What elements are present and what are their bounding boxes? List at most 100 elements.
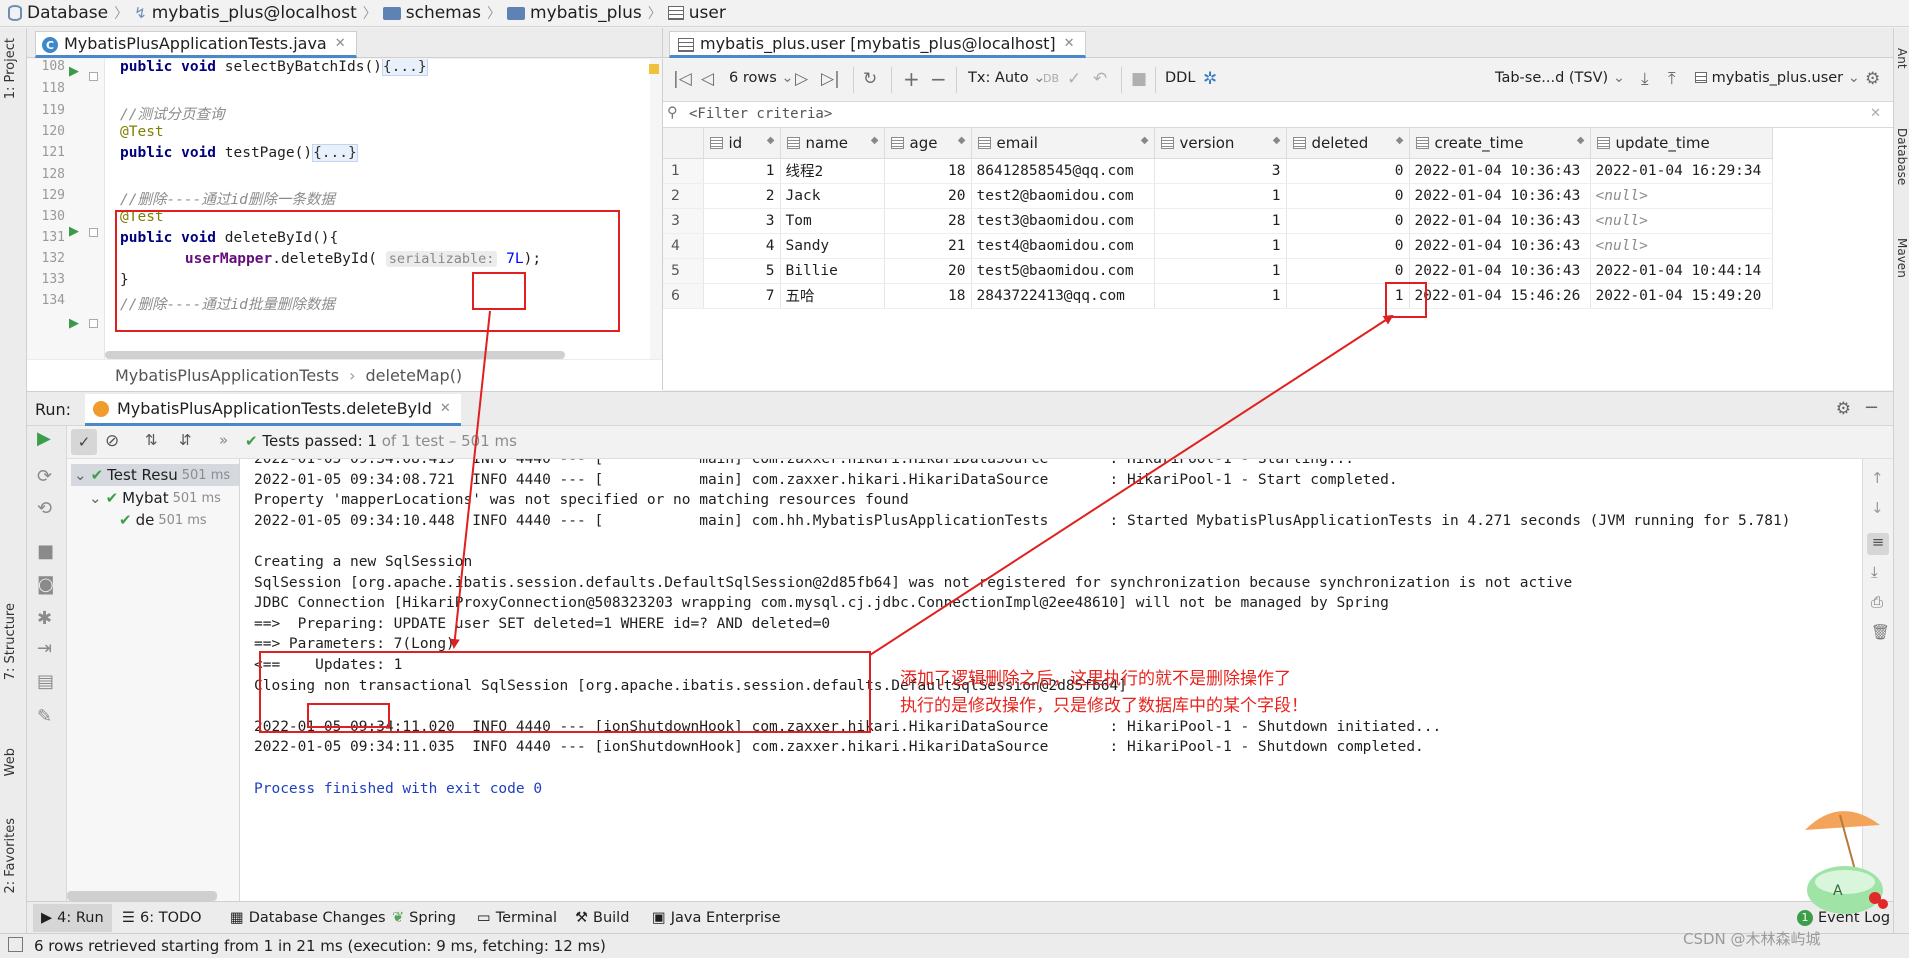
- table-ref-selector[interactable]: mybatis_plus.user ⌄: [1695, 70, 1860, 86]
- cell-deleted[interactable]: 0: [1286, 233, 1410, 259]
- cell-version[interactable]: 1: [1154, 283, 1287, 309]
- cell-deleted[interactable]: 0: [1286, 258, 1410, 284]
- expand-icon[interactable]: »: [219, 431, 228, 449]
- filter-input[interactable]: <Filter criteria>: [689, 106, 832, 122]
- settings-gear-icon[interactable]: ✱: [37, 608, 52, 629]
- run-tab[interactable]: MybatisPlusApplicationTests.deleteById ✕: [85, 394, 461, 426]
- rollback-icon[interactable]: ↶: [1093, 69, 1107, 89]
- upload-icon[interactable]: ⤒: [1668, 69, 1676, 89]
- breadcrumb-database[interactable]: Database: [8, 3, 108, 23]
- close-icon[interactable]: ✕: [440, 401, 451, 416]
- cell-name[interactable]: Tom: [780, 208, 885, 234]
- cell-update-time[interactable]: 2022-01-04 10:44:14: [1590, 258, 1773, 284]
- db-icon[interactable]: DB: [1043, 69, 1059, 89]
- show-ignored-icon[interactable]: ⊘: [105, 431, 119, 451]
- sort-icon[interactable]: ◆: [767, 135, 775, 146]
- code-token[interactable]: {...}: [312, 144, 358, 162]
- table-row[interactable]: 2 2 Jack 20 test2@baomidou.com 1 0 2022-01-04 1…: [663, 183, 1773, 209]
- close-icon[interactable]: ✕: [335, 36, 346, 51]
- stop-icon[interactable]: ■: [1131, 69, 1147, 89]
- sort-icon[interactable]: ◆: [1141, 135, 1149, 146]
- cell-update-time[interactable]: 2022-01-04 16:29:34: [1590, 158, 1773, 184]
- trash-icon[interactable]: 🗑: [1871, 623, 1890, 641]
- row-number[interactable]: 5: [663, 258, 704, 284]
- tool-tab-ant[interactable]: Ant: [1895, 48, 1909, 69]
- cell-id[interactable]: 1: [703, 158, 781, 184]
- breadcrumb-schemas[interactable]: schemas: [382, 3, 481, 23]
- cell-id[interactable]: 3: [703, 208, 781, 234]
- settings-icon[interactable]: ⚙: [1865, 69, 1880, 89]
- cell-update-time[interactable]: <null>: [1590, 183, 1773, 209]
- snapshot-icon[interactable]: ◙: [37, 574, 54, 595]
- cell-version[interactable]: 3: [1154, 158, 1287, 184]
- cell-age[interactable]: 20: [884, 183, 972, 209]
- cell-create-time[interactable]: 2022-01-04 10:36:43: [1409, 233, 1591, 259]
- cell-create-time[interactable]: 2022-01-04 10:36:43: [1409, 208, 1591, 234]
- results-grid[interactable]: id ◆ name ◆ age ◆ email ◆ version ◆ deleted ◆ …: [662, 128, 1893, 390]
- cell-name[interactable]: Sandy: [780, 233, 885, 259]
- row-number[interactable]: 1: [663, 158, 704, 184]
- test-tree-method[interactable]: ✔ de 501 ms: [119, 511, 207, 529]
- editor-scrollbar[interactable]: [649, 59, 662, 359]
- table-row[interactable]: 4 4 Sandy 21 test4@baomidou.com 1 0 2022-01-04 …: [663, 233, 1773, 259]
- first-page-icon[interactable]: |◁: [673, 69, 692, 89]
- column-header-update-time[interactable]: update_time: [1590, 128, 1773, 159]
- row-number[interactable]: 3: [663, 208, 704, 234]
- bottom-tab-run[interactable]: ▶ 4: Run: [33, 904, 112, 932]
- exit-icon[interactable]: ⇥: [37, 638, 52, 659]
- filter-bar[interactable]: ⚲ <Filter criteria> ✕: [662, 102, 1893, 128]
- cell-email[interactable]: test4@baomidou.com: [971, 233, 1155, 259]
- fold-icon[interactable]: [89, 72, 98, 81]
- cell-age[interactable]: 18: [884, 283, 972, 309]
- scroll-to-end-icon[interactable]: ⤓: [1871, 563, 1878, 581]
- cell-id[interactable]: 5: [703, 258, 781, 284]
- rerun-failed-icon[interactable]: ⟳: [37, 466, 52, 487]
- bottom-tab-spring[interactable]: ❦ Spring: [392, 910, 456, 926]
- cell-email[interactable]: 2843722413@qq.com: [971, 283, 1155, 309]
- column-header-name[interactable]: name ◆: [780, 128, 885, 159]
- table-row[interactable]: 5 5 Billie 20 test5@baomidou.com 1 0 2022-01-04…: [663, 258, 1773, 284]
- cell-deleted[interactable]: 0: [1286, 183, 1410, 209]
- cell-create-time[interactable]: 2022-01-04 15:46:26: [1409, 283, 1591, 309]
- cell-id[interactable]: 2: [703, 183, 781, 209]
- ddl-button[interactable]: DDL: [1165, 70, 1195, 86]
- cell-email[interactable]: test3@baomidou.com: [971, 208, 1155, 234]
- cell-version[interactable]: 1: [1154, 233, 1287, 259]
- table-row[interactable]: 6 7 五哈 18 2843722413@qq.com 1 1 2022-01-04 15:4…: [663, 283, 1773, 309]
- table-row[interactable]: 1 1 线程2 18 86412858545@qq.com 3 0 2022-01-04 10…: [663, 158, 1773, 184]
- bottom-tab-database-changes[interactable]: ▦ Database Changes: [230, 910, 386, 926]
- breadcrumb-table[interactable]: user: [667, 3, 726, 23]
- cell-age[interactable]: 28: [884, 208, 972, 234]
- row-number[interactable]: 2: [663, 183, 704, 209]
- tool-tab-web[interactable]: Web: [3, 748, 18, 776]
- code-token[interactable]: {...}: [381, 59, 428, 76]
- sort-icon[interactable]: ◆: [1577, 135, 1585, 146]
- cell-create-time[interactable]: 2022-01-04 10:36:43: [1409, 158, 1591, 184]
- column-header-age[interactable]: age ◆: [884, 128, 972, 159]
- bottom-tab-build[interactable]: ⚒ Build: [575, 910, 629, 926]
- cell-name[interactable]: Jack: [780, 183, 885, 209]
- editor-crumb-method[interactable]: deleteMap(): [366, 366, 463, 385]
- download-icon[interactable]: ⤓: [1641, 69, 1649, 89]
- soft-wrap-icon[interactable]: ≡: [1867, 533, 1889, 555]
- layout-icon[interactable]: ▤: [37, 671, 54, 692]
- editor-crumb-class[interactable]: MybatisPlusApplicationTests: [115, 366, 339, 385]
- fold-icon[interactable]: [89, 228, 98, 237]
- column-header-email[interactable]: email ◆: [971, 128, 1155, 159]
- tool-tab-project[interactable]: 1: Project: [3, 38, 18, 99]
- row-number[interactable]: 6: [663, 283, 704, 309]
- bottom-tab-terminal[interactable]: ▭ Terminal: [477, 910, 557, 926]
- column-header-version[interactable]: version ◆: [1154, 128, 1287, 159]
- cell-update-time[interactable]: <null>: [1590, 233, 1773, 259]
- cell-email[interactable]: test2@baomidou.com: [971, 183, 1155, 209]
- fold-icon[interactable]: [89, 319, 98, 328]
- delete-row-icon[interactable]: −: [930, 69, 947, 89]
- editor-horizontal-scrollbar[interactable]: [105, 351, 565, 359]
- tool-tab-structure[interactable]: 7: Structure: [3, 603, 18, 680]
- stop-icon[interactable]: ■: [37, 541, 54, 562]
- tool-tab-favorites[interactable]: 2: Favorites: [3, 818, 18, 894]
- cell-age[interactable]: 18: [884, 158, 972, 184]
- scroll-up-icon[interactable]: ↑: [1871, 469, 1884, 487]
- add-row-icon[interactable]: +: [903, 69, 920, 89]
- cell-id[interactable]: 4: [703, 233, 781, 259]
